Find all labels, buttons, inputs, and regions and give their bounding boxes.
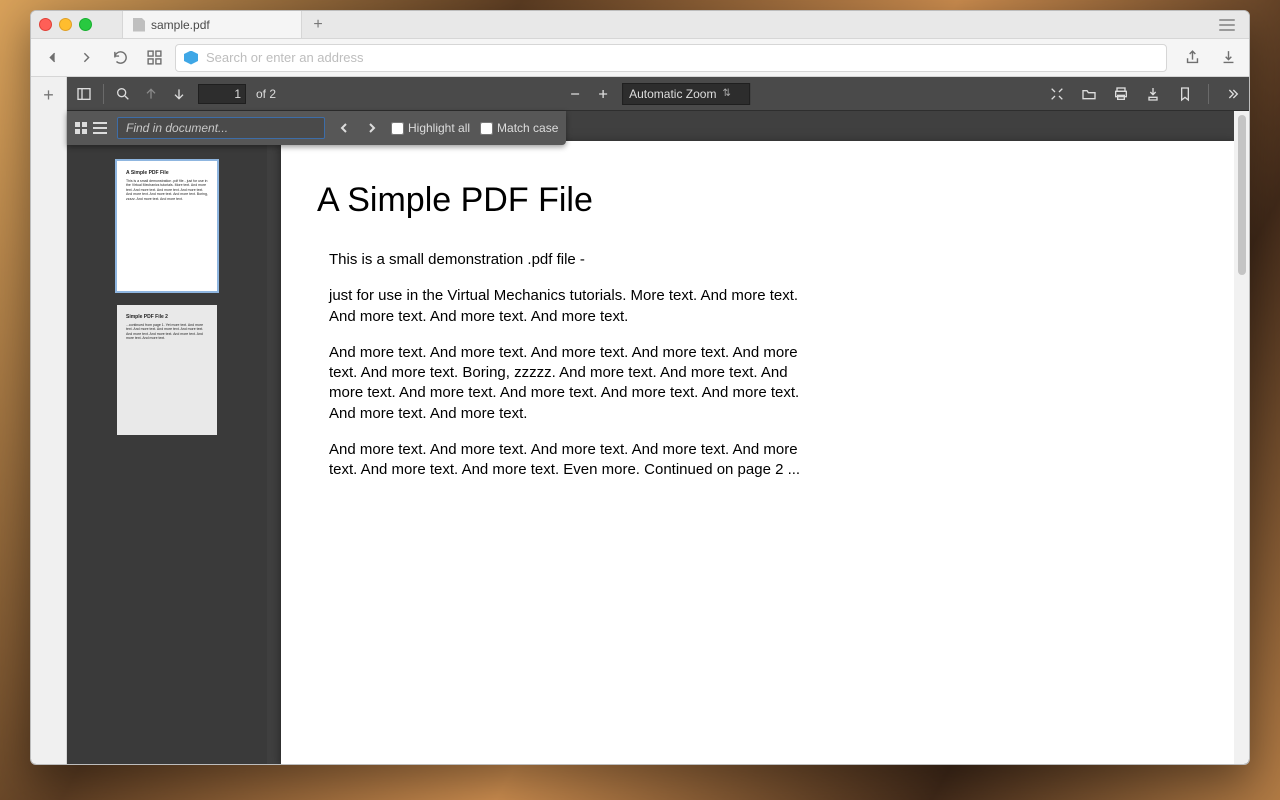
close-window-button[interactable] bbox=[39, 18, 52, 31]
prev-page-icon[interactable] bbox=[142, 85, 160, 103]
view-mode-group bbox=[75, 122, 107, 134]
menu-icon[interactable] bbox=[1219, 19, 1235, 31]
zoom-out-icon[interactable] bbox=[566, 85, 584, 103]
presentation-icon[interactable] bbox=[1048, 85, 1066, 103]
apps-grid-icon[interactable] bbox=[141, 45, 167, 71]
navigation-bar bbox=[31, 39, 1249, 77]
page-count-label: of 2 bbox=[256, 87, 276, 101]
separator bbox=[1208, 84, 1209, 104]
chevron-updown-icon: ⇅ bbox=[722, 88, 730, 99]
print-icon[interactable] bbox=[1112, 85, 1130, 103]
forward-button[interactable] bbox=[73, 45, 99, 71]
window-controls bbox=[39, 18, 92, 31]
open-file-icon[interactable] bbox=[1080, 85, 1098, 103]
thumbnail-page-2[interactable]: Simple PDF File 2 ...continued from page… bbox=[117, 305, 217, 435]
next-page-icon[interactable] bbox=[170, 85, 188, 103]
find-bar: Highlight all Match case bbox=[67, 111, 566, 145]
thumbnail-sidebar: A Simple PDF File This is a small demons… bbox=[67, 111, 267, 764]
page-title: A Simple PDF File bbox=[317, 181, 1175, 220]
find-input[interactable] bbox=[117, 117, 325, 139]
match-case-checkbox[interactable]: Match case bbox=[480, 121, 558, 135]
scrollbar-thumb[interactable] bbox=[1238, 115, 1246, 275]
reload-button[interactable] bbox=[107, 45, 133, 71]
share-icon[interactable] bbox=[1179, 45, 1205, 71]
page-paragraph: just for use in the Virtual Mechanics tu… bbox=[329, 286, 809, 327]
highlight-all-checkbox[interactable]: Highlight all bbox=[391, 121, 470, 135]
content-area: + of 2 Automatic Zoom bbox=[31, 77, 1249, 764]
downloads-icon[interactable] bbox=[1215, 45, 1241, 71]
page-number-input[interactable] bbox=[198, 84, 246, 104]
find-next-icon[interactable] bbox=[363, 119, 381, 137]
new-tab-vertical-button[interactable]: + bbox=[43, 85, 54, 106]
address-bar[interactable] bbox=[175, 44, 1167, 72]
page-paragraph: And more text. And more text. And more t… bbox=[329, 440, 809, 481]
address-input[interactable] bbox=[206, 50, 1158, 65]
search-icon[interactable] bbox=[114, 85, 132, 103]
new-tab-button[interactable]: + bbox=[302, 11, 334, 38]
document-icon bbox=[133, 18, 145, 32]
pdf-page: A Simple PDF File This is a small demons… bbox=[281, 141, 1235, 764]
download-pdf-icon[interactable] bbox=[1144, 85, 1162, 103]
page-area[interactable]: A Simple PDF File This is a small demons… bbox=[267, 111, 1249, 764]
browser-tab[interactable]: sample.pdf bbox=[122, 11, 302, 38]
separator bbox=[103, 84, 104, 104]
page-paragraph: And more text. And more text. And more t… bbox=[329, 343, 809, 424]
page-paragraph: This is a small demonstration .pdf file … bbox=[329, 250, 809, 270]
minimize-window-button[interactable] bbox=[59, 18, 72, 31]
pdf-body: A Simple PDF File This is a small demons… bbox=[67, 111, 1249, 764]
zoom-select-label: Automatic Zoom bbox=[629, 87, 716, 101]
browser-window: sample.pdf + + bbox=[30, 10, 1250, 765]
vertical-tab-gutter: + bbox=[31, 77, 67, 764]
tab-strip: sample.pdf + bbox=[122, 11, 1219, 38]
site-identity-icon bbox=[184, 51, 198, 65]
outline-view-icon[interactable] bbox=[93, 122, 107, 134]
bookmark-icon[interactable] bbox=[1176, 85, 1194, 103]
titlebar: sample.pdf + bbox=[31, 11, 1249, 39]
more-tools-icon[interactable] bbox=[1223, 85, 1241, 103]
maximize-window-button[interactable] bbox=[79, 18, 92, 31]
pdf-viewer: of 2 Automatic Zoom ⇅ bbox=[67, 77, 1249, 764]
tab-title: sample.pdf bbox=[151, 18, 210, 32]
find-prev-icon[interactable] bbox=[335, 119, 353, 137]
zoom-in-icon[interactable] bbox=[594, 85, 612, 103]
back-button[interactable] bbox=[39, 45, 65, 71]
scrollbar[interactable] bbox=[1234, 111, 1249, 764]
pdf-toolbar: of 2 Automatic Zoom ⇅ bbox=[67, 77, 1249, 111]
thumbnail-view-icon[interactable] bbox=[75, 122, 87, 134]
zoom-select[interactable]: Automatic Zoom ⇅ bbox=[622, 83, 750, 105]
thumbnail-page-1[interactable]: A Simple PDF File This is a small demons… bbox=[117, 161, 217, 291]
toggle-sidebar-icon[interactable] bbox=[75, 85, 93, 103]
